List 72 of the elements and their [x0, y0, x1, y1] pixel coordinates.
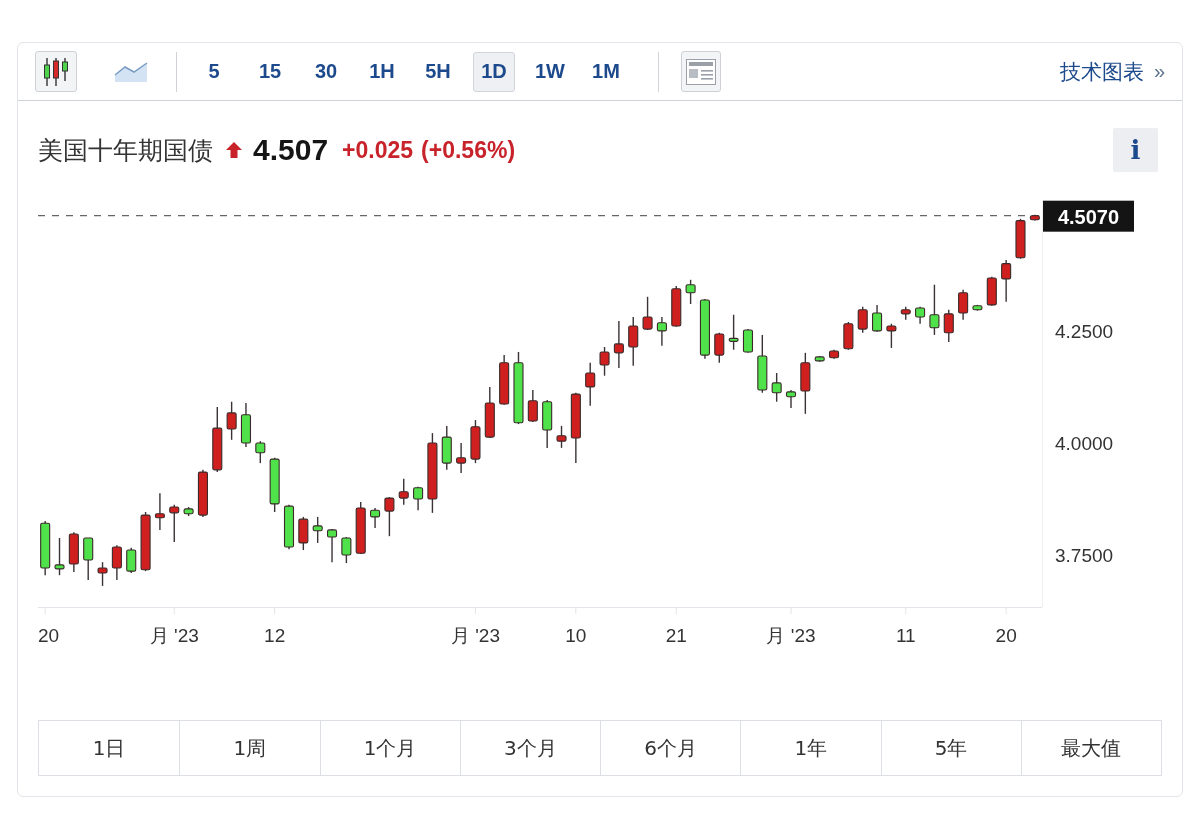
axis-label: 3.7500 [1055, 545, 1114, 566]
candlestick [1001, 259, 1012, 303]
candlestick [326, 528, 338, 563]
candlestick [111, 544, 122, 581]
info-button[interactable]: i [1113, 128, 1158, 172]
candlestick [384, 496, 395, 537]
interval-tab[interactable]: 1W [529, 51, 571, 92]
candlestick [126, 547, 137, 574]
interval-tab[interactable]: 15 [249, 51, 291, 92]
chart-type-button[interactable] [35, 51, 77, 92]
candlestick [54, 537, 65, 576]
area-chart-icon [114, 60, 148, 83]
candlestick [169, 504, 180, 543]
axis-label: 21 [665, 625, 687, 646]
axis-label: 20 [995, 625, 1017, 646]
axis-label: 月 '23 [149, 625, 199, 646]
layout-button[interactable] [681, 51, 721, 92]
instrument-name: 美国十年期国债 [38, 134, 213, 167]
candlestick [685, 279, 696, 305]
price-change: +0.025 [342, 136, 414, 164]
interval-tab[interactable]: 30 [305, 51, 347, 92]
axis-label: 20 [38, 625, 60, 646]
candlestick [929, 284, 940, 336]
candlestick [312, 516, 323, 544]
interval-tab[interactable]: 1D [473, 51, 515, 92]
candlestick [97, 561, 108, 587]
chevron-icon[interactable]: » [1153, 60, 1165, 83]
interval-tab[interactable]: 5H [417, 51, 459, 92]
candlestick [398, 478, 409, 506]
candlestick [599, 346, 610, 377]
candlestick [585, 362, 596, 407]
candlestick [255, 440, 266, 464]
interval-tab[interactable]: 1H [361, 51, 403, 92]
candlestick [628, 316, 639, 367]
ref-line-label: 4.5070 [1057, 205, 1120, 228]
technical-chart-link[interactable]: 技术图表 [1059, 57, 1144, 86]
last-price: 4.507 [253, 133, 329, 167]
interval-tab[interactable]: 1M [585, 51, 627, 92]
candlestick [642, 296, 653, 331]
axis-label: 12 [264, 625, 286, 646]
axis-label: 4.0000 [1055, 432, 1114, 454]
candlestick [341, 536, 352, 564]
candlestick [370, 507, 381, 529]
candlestick [456, 442, 467, 474]
window-layout-icon [686, 58, 716, 85]
candlestick [785, 389, 797, 409]
candlestick [728, 314, 739, 351]
candlestick [527, 389, 538, 423]
candlestick [298, 516, 309, 551]
axis-label: 10 [565, 625, 587, 646]
candlestick [886, 323, 897, 349]
axis-label: 月 '23 [766, 625, 816, 646]
candlestick [613, 320, 624, 369]
percent-change: (+0.56%) [421, 136, 516, 164]
interval-tab[interactable]: 5 [193, 51, 235, 92]
candlestick [771, 372, 782, 403]
candlestick [714, 331, 725, 364]
axis-label: 4.2500 [1055, 320, 1114, 342]
candlestick [226, 401, 237, 441]
candlestick [154, 492, 165, 531]
candlestick [943, 309, 954, 343]
axis-label: 月 '23 [450, 625, 500, 646]
candlestick [958, 288, 969, 321]
price-tag: 4.5070 [1043, 200, 1134, 232]
candlestick [872, 304, 883, 333]
candlestick [83, 537, 94, 581]
candlestick [857, 305, 868, 334]
axis-label: 11 [895, 625, 916, 646]
candlestick [556, 425, 567, 449]
candlestick [742, 328, 754, 354]
candlestick [656, 316, 667, 347]
candlestick-chart-icon [43, 56, 69, 87]
